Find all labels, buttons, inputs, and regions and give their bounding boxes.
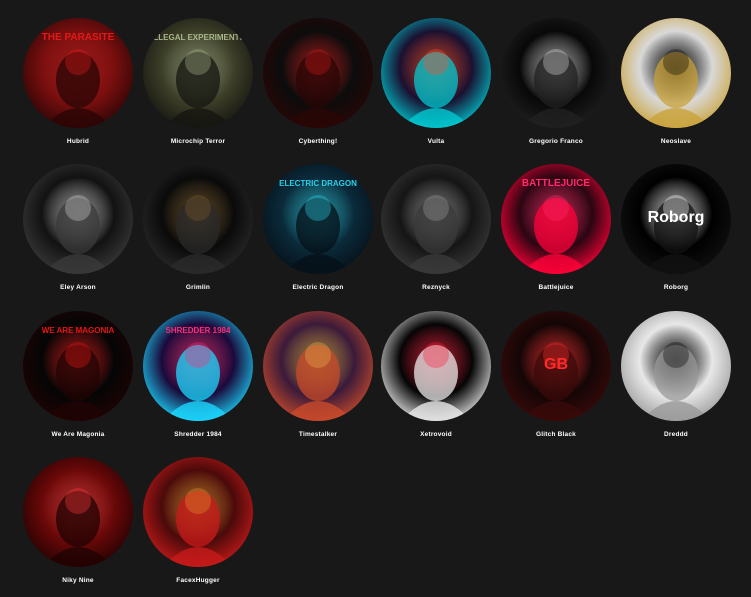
artist-card[interactable]: SHREDDER 1984 Shredder 1984: [142, 311, 254, 438]
svg-text:SHREDDER 1984: SHREDDER 1984: [166, 326, 231, 335]
artist-name[interactable]: FacexHugger: [142, 577, 254, 584]
artist-grid: THE PARASITE Hubrid ILLEGAL EXPERIMENTS Mi…: [0, 0, 751, 597]
artist-name[interactable]: Xetrovoid: [380, 431, 492, 438]
artist-card[interactable]: ELECTRIC DRAGON Electric Dragon: [262, 164, 374, 291]
artist-card[interactable]: WE ARE MAGONIA We Are Magonia: [22, 311, 134, 438]
artist-avatar[interactable]: [143, 457, 253, 567]
artist-name[interactable]: Dreddd: [620, 431, 732, 438]
artist-card[interactable]: Timestalker: [262, 311, 374, 438]
artist-card[interactable]: Eley Arson: [22, 164, 134, 291]
artist-avatar[interactable]: THE PARASITE: [23, 18, 133, 128]
artist-card[interactable]: Roborg Roborg: [620, 164, 732, 291]
artist-avatar[interactable]: [501, 18, 611, 128]
svg-text:GB: GB: [544, 356, 568, 373]
artist-name[interactable]: Glitch Black: [500, 431, 612, 438]
artist-name[interactable]: Roborg: [620, 284, 732, 291]
artist-card[interactable]: FacexHugger: [142, 457, 254, 584]
artist-name[interactable]: Eley Arson: [22, 284, 134, 291]
artist-name[interactable]: Cyberthing!: [262, 138, 374, 145]
artist-avatar[interactable]: [23, 457, 133, 567]
artist-card[interactable]: Vulta: [380, 18, 492, 145]
artist-card[interactable]: Dreddd: [620, 311, 732, 438]
artist-avatar[interactable]: [263, 18, 373, 128]
artist-avatar[interactable]: ELECTRIC DRAGON: [263, 164, 373, 274]
artist-avatar[interactable]: ILLEGAL EXPERIMENTS: [143, 18, 253, 128]
svg-text:ILLEGAL EXPERIMENTS: ILLEGAL EXPERIMENTS: [151, 33, 245, 42]
artist-name[interactable]: Battlejuice: [500, 284, 612, 291]
artist-name[interactable]: Electric Dragon: [262, 284, 374, 291]
artist-card[interactable]: Grimlin: [142, 164, 254, 291]
artist-card[interactable]: Reznyck: [380, 164, 492, 291]
artist-name[interactable]: Neoslave: [620, 138, 732, 145]
artist-name[interactable]: Hubrid: [22, 138, 134, 145]
artist-name[interactable]: Timestalker: [262, 431, 374, 438]
artist-avatar[interactable]: [143, 164, 253, 274]
artist-name[interactable]: Vulta: [380, 138, 492, 145]
artist-avatar[interactable]: BATTLEJUICE: [501, 164, 611, 274]
artist-name[interactable]: We Are Magonia: [22, 431, 134, 438]
artist-card[interactable]: Xetrovoid: [380, 311, 492, 438]
artist-name[interactable]: Reznyck: [380, 284, 492, 291]
artist-avatar[interactable]: SHREDDER 1984: [143, 311, 253, 421]
artist-avatar[interactable]: [381, 18, 491, 128]
artist-avatar[interactable]: [381, 164, 491, 274]
svg-text:THE PARASITE: THE PARASITE: [42, 32, 115, 43]
artist-card[interactable]: Gregorio Franco: [500, 18, 612, 145]
artist-avatar[interactable]: [23, 164, 133, 274]
svg-text:ELECTRIC DRAGON: ELECTRIC DRAGON: [279, 179, 357, 188]
svg-text:WE ARE MAGONIA: WE ARE MAGONIA: [42, 326, 115, 335]
artist-avatar[interactable]: [263, 311, 373, 421]
artist-avatar[interactable]: [621, 311, 731, 421]
artist-card[interactable]: THE PARASITE Hubrid: [22, 18, 134, 145]
artist-avatar[interactable]: Roborg: [621, 164, 731, 274]
svg-text:BATTLEJUICE: BATTLEJUICE: [522, 178, 590, 189]
artist-avatar[interactable]: [621, 18, 731, 128]
artist-card[interactable]: GB Glitch Black: [500, 311, 612, 438]
artist-name[interactable]: Microchip Terror: [142, 138, 254, 145]
artist-card[interactable]: ILLEGAL EXPERIMENTS Microchip Terror: [142, 18, 254, 145]
artist-avatar[interactable]: [381, 311, 491, 421]
artist-avatar[interactable]: GB: [501, 311, 611, 421]
artist-name[interactable]: Shredder 1984: [142, 431, 254, 438]
artist-avatar[interactable]: WE ARE MAGONIA: [23, 311, 133, 421]
artist-card[interactable]: Neoslave: [620, 18, 732, 145]
svg-text:Roborg: Roborg: [648, 209, 705, 226]
artist-name[interactable]: Gregorio Franco: [500, 138, 612, 145]
artist-card[interactable]: Cyberthing!: [262, 18, 374, 145]
artist-name[interactable]: Grimlin: [142, 284, 254, 291]
artist-card[interactable]: Niky Nine: [22, 457, 134, 584]
artist-card[interactable]: BATTLEJUICE Battlejuice: [500, 164, 612, 291]
artist-name[interactable]: Niky Nine: [22, 577, 134, 584]
